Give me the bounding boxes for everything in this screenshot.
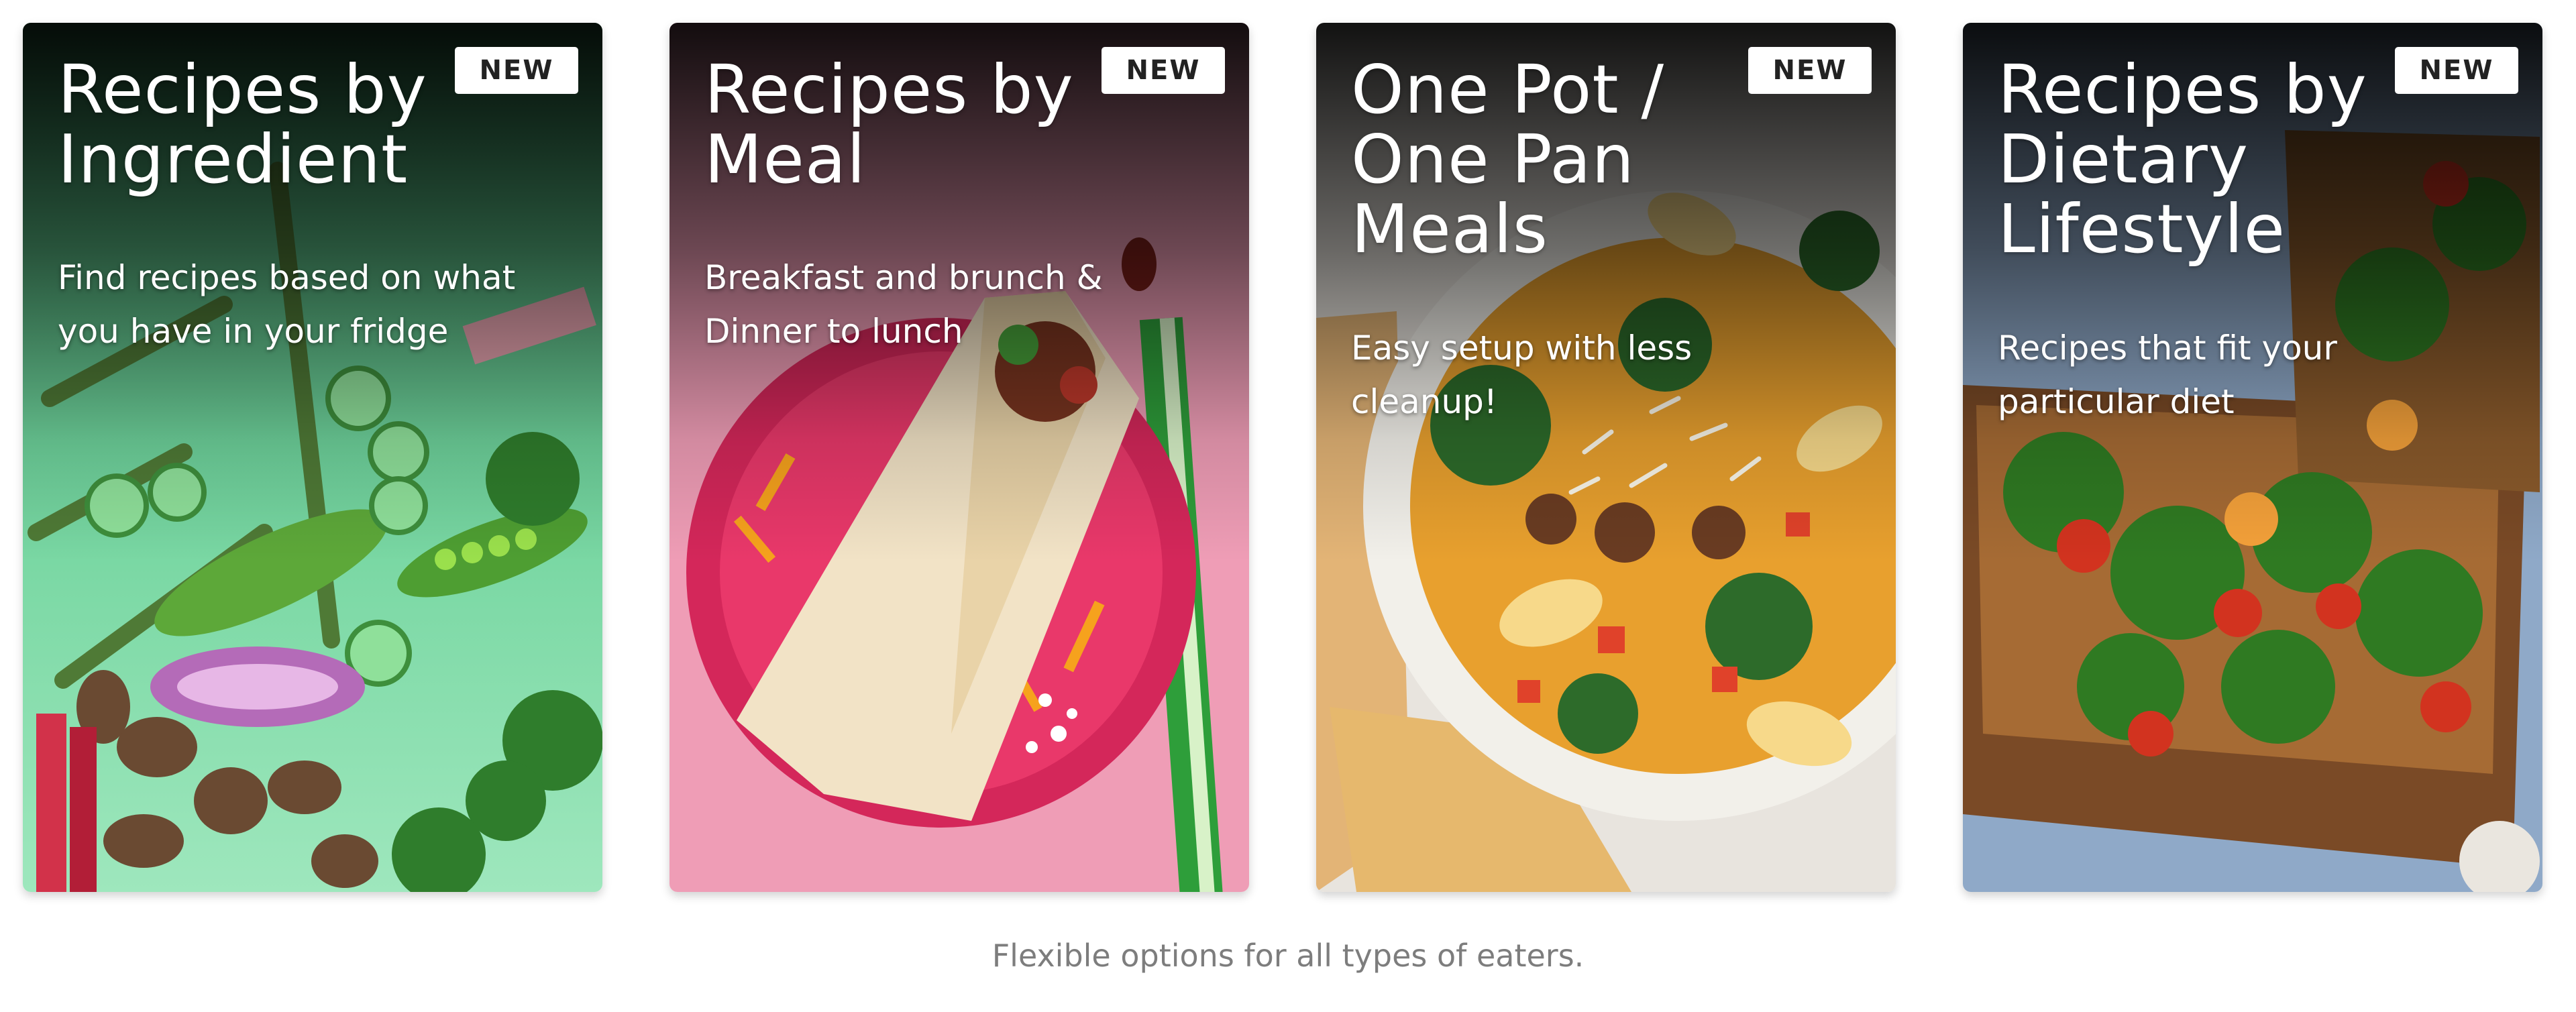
card-description: Breakfast and brunch & Dinner to lunch [704,251,1214,358]
recipe-category-card-ingredient[interactable]: Recipes by Ingredient Find recipes based… [23,23,602,892]
card-description-line: Recipes that fit your [1998,329,2337,368]
recipe-category-card-meal[interactable]: Recipes by Meal Breakfast and brunch & D… [669,23,1249,892]
new-badge: NEW [455,47,578,94]
card-title: Recipes by Meal [704,55,1120,194]
new-badge: NEW [2395,47,2518,94]
card-title: One Pot / One Pan Meals [1351,55,1767,264]
card-description: Easy setup with less cleanup! [1351,321,1861,429]
card-description: Recipes that fit your particular diet [1998,321,2508,429]
recipe-category-card-dietary[interactable]: Recipes by Dietary Lifestyle Recipes tha… [1963,23,2542,892]
card-title-line: Meal [704,120,866,199]
card-description-line: cleanup! [1351,382,1497,421]
card-title-line: One Pot / [1351,50,1665,129]
card-title-line: One Pan [1351,120,1635,199]
card-title-line: Recipes by [704,50,1074,129]
card-title-line: Meals [1351,190,1548,268]
card-description-line: particular diet [1998,382,2235,421]
section-caption: Flexible options for all types of eaters… [991,938,1585,974]
card-title: Recipes by Ingredient [58,55,474,194]
card-description-line: you have in your fridge [58,312,449,351]
card-description-line: Dinner to lunch [704,312,963,351]
card-description-line: Find recipes based on what [58,258,516,297]
new-badge: NEW [1102,47,1225,94]
card-description-line: Easy setup with less [1351,329,1693,368]
card-title-line: Recipes by [58,50,427,129]
card-title-line: Lifestyle [1998,190,2286,268]
card-title-line: Ingredient [58,120,409,199]
card-title: Recipes by Dietary Lifestyle [1998,55,2414,264]
card-description-line: Breakfast and brunch & [704,258,1103,297]
card-title-line: Dietary [1998,120,2249,199]
card-title-line: Recipes by [1998,50,2367,129]
new-badge: NEW [1748,47,1872,94]
card-description: Find recipes based on what you have in y… [58,251,568,358]
recipe-category-card-one-pot[interactable]: One Pot / One Pan Meals Easy setup with … [1316,23,1896,892]
